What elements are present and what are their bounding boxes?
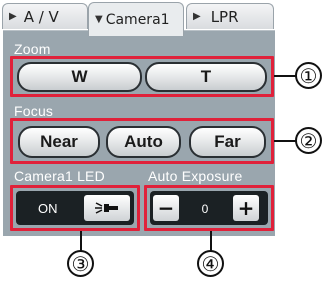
- tab-lpr-label: LPR: [210, 7, 239, 26]
- callout-1-line: [274, 75, 296, 77]
- exposure-increase-button[interactable]: +: [233, 195, 259, 221]
- chevron-right-icon: ▶: [9, 11, 17, 22]
- focus-near-button[interactable]: Near: [18, 126, 100, 158]
- exposure-value: 0: [201, 202, 209, 216]
- led-state-text: ON: [38, 201, 58, 216]
- callout-2-line: [274, 140, 296, 142]
- callout-3: ③: [67, 250, 94, 277]
- led-label: Camera1 LED: [14, 168, 105, 184]
- led-icon: [95, 202, 118, 214]
- focus-far-button[interactable]: Far: [189, 126, 266, 158]
- exposure-label: Auto Exposure: [148, 168, 243, 184]
- callout-2: ②: [295, 127, 322, 154]
- zoom-wide-button[interactable]: W: [17, 62, 142, 92]
- tab-av[interactable]: ▶ A / V: [2, 3, 88, 29]
- tab-camera1[interactable]: ▼ Camera1: [88, 2, 184, 36]
- exposure-decrease-button[interactable]: −: [153, 195, 179, 221]
- callout-1: ①: [295, 62, 322, 89]
- tab-camera1-label: Camera1: [105, 11, 170, 28]
- led-toggle-button[interactable]: [84, 195, 130, 221]
- zoom-label: Zoom: [14, 41, 51, 57]
- callout-4: ④: [197, 250, 224, 277]
- focus-auto-button[interactable]: Auto: [106, 126, 181, 158]
- chevron-down-icon: ▼: [95, 14, 103, 25]
- tab-av-label: A / V: [23, 7, 59, 26]
- callout-3-line: [80, 231, 82, 251]
- focus-label: Focus: [14, 103, 54, 119]
- callout-4-line: [210, 231, 212, 251]
- tab-lpr[interactable]: ▶ LPR: [186, 3, 274, 29]
- chevron-right-icon: ▶: [193, 11, 201, 22]
- zoom-tele-button[interactable]: T: [145, 62, 267, 92]
